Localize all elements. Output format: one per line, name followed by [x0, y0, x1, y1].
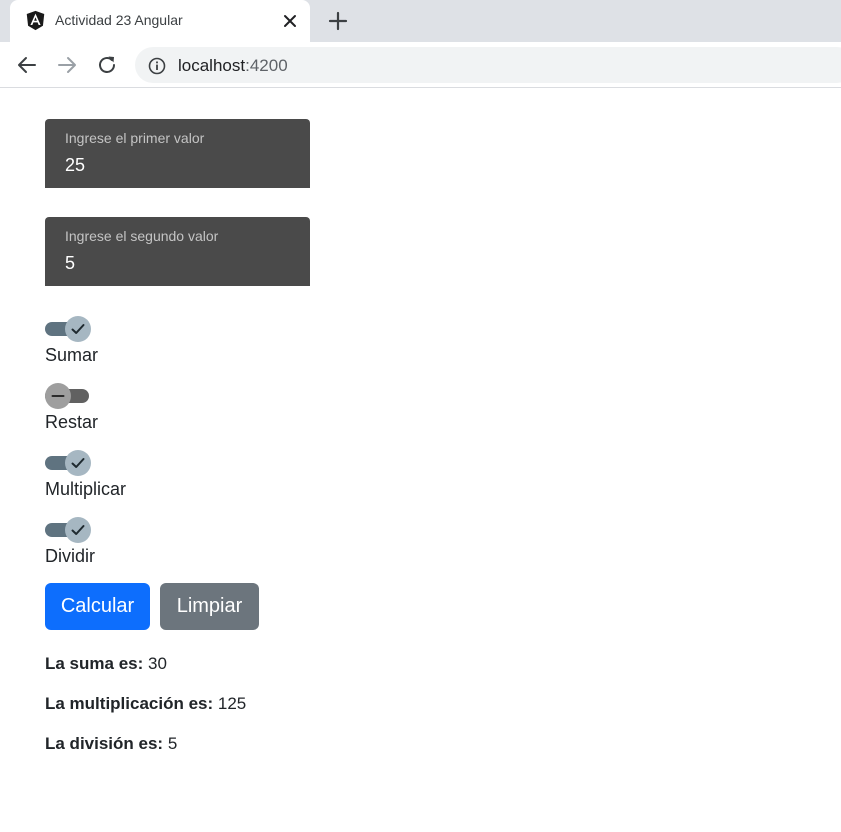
browser-tab[interactable]: Actividad 23 Angular [10, 0, 310, 42]
toggle-multiplicar[interactable] [45, 450, 91, 476]
toggle-restar[interactable] [45, 383, 91, 409]
toggle-label-multiplicar: Multiplicar [45, 479, 127, 499]
address-bar[interactable]: localhost:4200 [135, 47, 841, 83]
plus-icon[interactable] [326, 9, 350, 33]
result-sum: La suma es: 30 [45, 654, 167, 674]
reload-icon[interactable] [95, 53, 119, 77]
clear-button[interactable]: Limpiar [160, 583, 259, 630]
first-value-field[interactable]: Ingrese el primer valor 25 [45, 119, 310, 188]
url-port: :4200 [245, 56, 288, 75]
first-value-input[interactable]: 25 [65, 155, 85, 176]
check-icon [71, 458, 85, 468]
calculate-button[interactable]: Calcular [45, 583, 150, 630]
result-multiplication-value: 125 [217, 694, 247, 713]
url-text[interactable]: localhost:4200 [178, 56, 288, 76]
toggle-thumb[interactable] [65, 316, 91, 342]
check-icon [71, 525, 85, 535]
toggle-thumb[interactable] [65, 450, 91, 476]
angular-logo-icon [26, 10, 45, 31]
info-icon[interactable] [148, 57, 166, 75]
check-icon [71, 324, 85, 334]
result-division-value: 5 [167, 734, 178, 753]
url-host: localhost [178, 56, 246, 75]
toggle-dividir[interactable] [45, 517, 91, 543]
second-value-input[interactable]: 5 [65, 253, 75, 274]
toggle-thumb[interactable] [45, 383, 71, 409]
browser-toolbar: localhost:4200 [0, 42, 841, 88]
tab-title: Actividad 23 Angular [55, 12, 183, 28]
result-sum-value: 30 [148, 654, 167, 673]
browser-tabstrip: Actividad 23 Angular [0, 0, 841, 42]
result-multiplication-label: La multiplicación es: [45, 694, 214, 713]
result-multiplication: La multiplicación es: 125 [45, 694, 246, 714]
second-value-field[interactable]: Ingrese el segundo valor 5 [45, 217, 310, 286]
first-value-label: Ingrese el primer valor [65, 130, 205, 146]
toggle-thumb[interactable] [65, 517, 91, 543]
toggle-label-sumar: Sumar [45, 345, 99, 365]
toggle-label-dividir: Dividir [45, 546, 96, 566]
result-division-label: La división es: [45, 734, 164, 753]
close-icon[interactable] [280, 11, 300, 31]
minus-icon [51, 395, 65, 397]
back-arrow-icon[interactable] [15, 53, 39, 77]
toggle-sumar[interactable] [45, 316, 91, 342]
forward-arrow-icon[interactable] [55, 53, 79, 77]
toggle-label-restar: Restar [45, 412, 99, 432]
second-value-label: Ingrese el segundo valor [65, 228, 219, 244]
result-sum-label: La suma es: [45, 654, 144, 673]
result-division: La división es: 5 [45, 734, 177, 754]
